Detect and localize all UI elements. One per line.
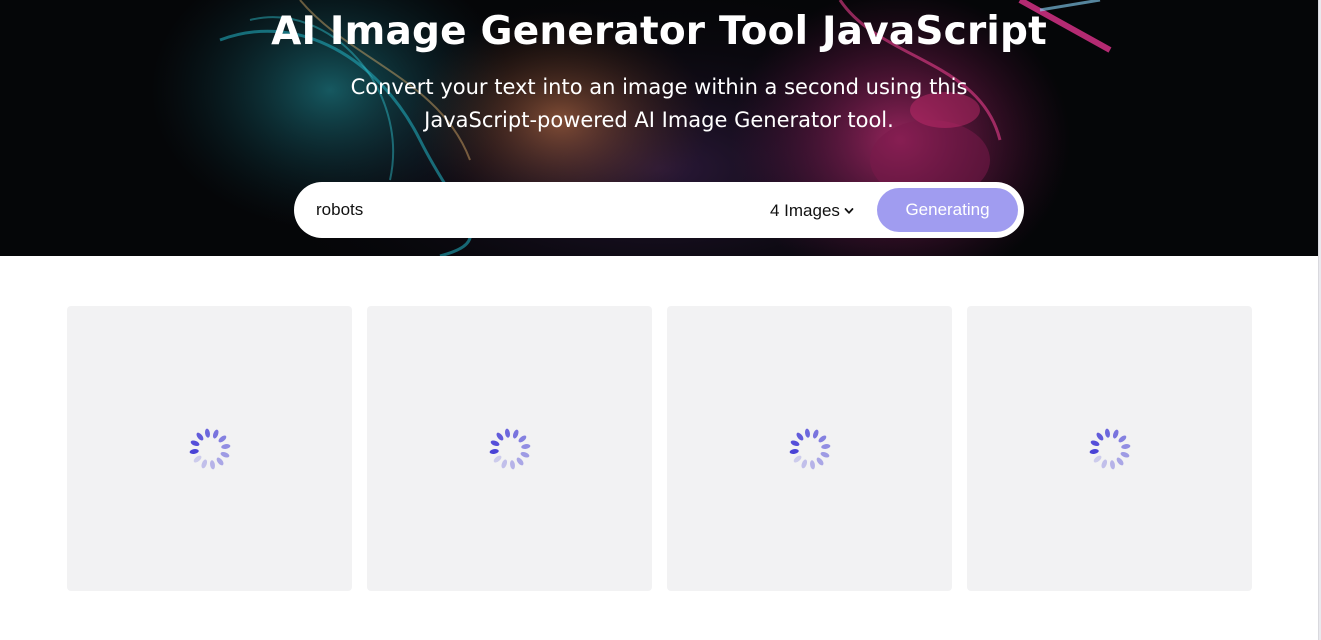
spinner-dash	[212, 429, 219, 438]
spinner-dash	[190, 439, 199, 446]
spinner-dash	[1100, 459, 1107, 468]
loading-spinner-icon	[789, 428, 830, 469]
spinner-dash	[495, 432, 503, 440]
generate-button[interactable]: Generating	[877, 188, 1018, 232]
spinner-dash	[1089, 448, 1099, 454]
spinner-dash	[1118, 434, 1126, 442]
spinner-dash	[220, 443, 230, 449]
chevron-down-icon	[844, 208, 854, 214]
loading-spinner-icon	[189, 428, 230, 469]
image-count-select[interactable]: 4 Images	[770, 200, 854, 222]
generate-form: 4 Images Generating	[294, 182, 1024, 238]
page: AI Image Generator Tool JavaScript Conve…	[0, 0, 1319, 640]
spinner-dash	[209, 459, 215, 469]
spinner-dash	[509, 459, 515, 469]
spinner-dash	[189, 448, 199, 454]
prompt-input[interactable]	[316, 196, 736, 224]
spinner-dash	[193, 455, 201, 463]
image-gallery	[67, 306, 1252, 591]
image-card	[667, 306, 952, 591]
spinner-dash	[790, 439, 799, 446]
image-card	[67, 306, 352, 591]
spinner-dash	[516, 457, 524, 465]
spinner-dash	[816, 457, 824, 465]
spinner-dash	[520, 451, 529, 458]
spinner-dash	[512, 429, 519, 438]
spinner-dash	[804, 428, 810, 438]
spinner-dash	[1090, 439, 1099, 446]
hero-banner: AI Image Generator Tool JavaScript Conve…	[0, 0, 1318, 256]
spinner-dash	[812, 429, 819, 438]
spinner-dash	[1095, 432, 1103, 440]
spinner-dash	[500, 459, 507, 468]
image-count-value: 4 Images	[770, 201, 840, 220]
spinner-dash	[518, 434, 526, 442]
spinner-dash	[809, 459, 815, 469]
spinner-dash	[1116, 457, 1124, 465]
spinner-dash	[1120, 443, 1130, 449]
spinner-dash	[793, 455, 801, 463]
spinner-dash	[216, 457, 224, 465]
spinner-dash	[820, 451, 829, 458]
loading-spinner-icon	[1089, 428, 1130, 469]
spinner-dash	[504, 428, 510, 438]
spinner-dash	[789, 448, 799, 454]
spinner-dash	[820, 443, 830, 449]
page-subtitle: Convert your text into an image within a…	[350, 75, 968, 132]
spinner-dash	[1109, 459, 1115, 469]
spinner-dash	[520, 443, 530, 449]
spinner-dash	[200, 459, 207, 468]
spinner-dash	[818, 434, 826, 442]
spinner-dash	[800, 459, 807, 468]
spinner-dash	[220, 451, 229, 458]
spinner-dash	[795, 432, 803, 440]
spinner-dash	[218, 434, 226, 442]
spinner-dash	[493, 455, 501, 463]
spinner-dash	[490, 439, 499, 446]
page-title: AI Image Generator Tool JavaScript	[271, 9, 1047, 54]
spinner-dash	[195, 432, 203, 440]
spinner-dash	[1093, 455, 1101, 463]
spinner-dash	[204, 428, 210, 438]
spinner-dash	[489, 448, 499, 454]
hero-content: AI Image Generator Tool JavaScript Conve…	[0, 0, 1318, 256]
loading-spinner-icon	[489, 428, 530, 469]
image-card	[367, 306, 652, 591]
spinner-dash	[1112, 429, 1119, 438]
spinner-dash	[1104, 428, 1110, 438]
image-card	[967, 306, 1252, 591]
spinner-dash	[1120, 451, 1129, 458]
